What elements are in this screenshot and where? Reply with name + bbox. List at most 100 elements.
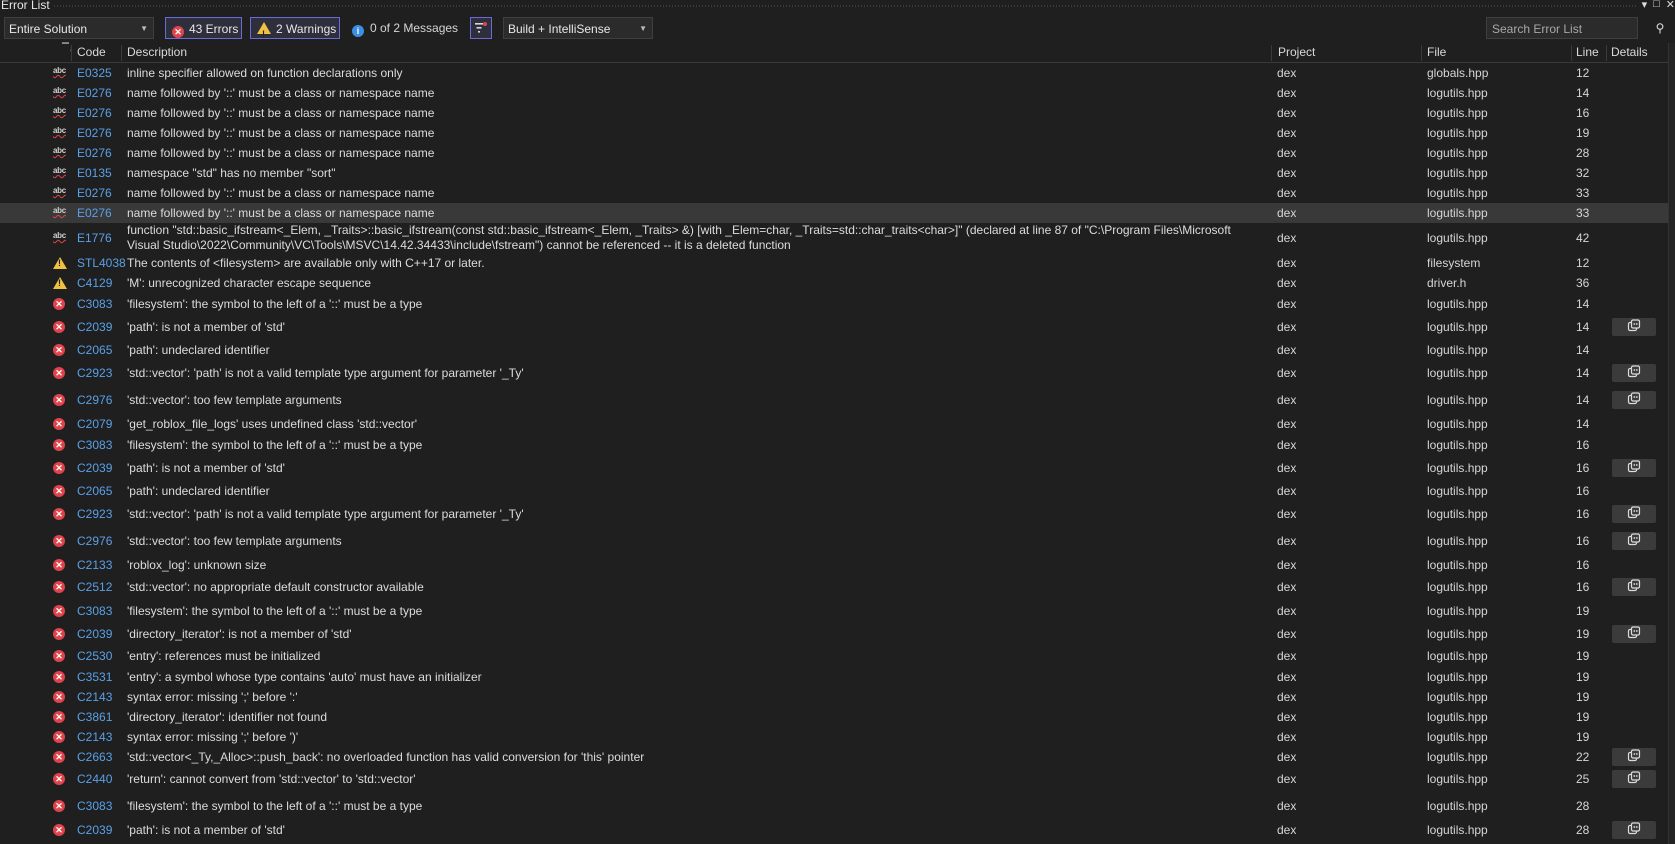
error-code-link[interactable]: C4129 [77,276,112,290]
details-button[interactable] [1612,770,1656,788]
messages-filter-button[interactable]: i 0 of 2 Messages [350,17,460,39]
error-code-link[interactable]: C2039 [77,627,112,641]
error-code-link[interactable]: C3083 [77,438,112,452]
table-row[interactable]: ✕ C3083 'filesystem': the symbol to the le… [0,791,1668,820]
error-code-link[interactable]: E0276 [77,206,112,220]
details-button[interactable] [1612,578,1656,596]
column-header-code[interactable]: Code [77,45,106,59]
column-header-description[interactable]: Description [127,45,187,59]
table-row[interactable]: abc E1776 function "std::basic_ifstream<_E… [0,223,1668,253]
table-row[interactable]: abc E0276 name followed by '::' must be a … [0,183,1668,203]
column-header-project[interactable]: Project [1278,45,1315,59]
error-code-link[interactable]: E0276 [77,146,112,160]
error-code-link[interactable]: C2530 [77,649,112,663]
table-row[interactable]: ✕ C2079 'get_roblox_file_logs' uses undefi… [0,414,1668,434]
errors-filter-button[interactable]: ✕ 43 Errors [165,17,242,39]
table-row[interactable]: abc E0276 name followed by '::' must be a … [0,143,1668,163]
error-code-link[interactable]: E0276 [77,106,112,120]
table-row[interactable]: ✕ C2039 'path': is not a member of 'std' de… [0,456,1668,480]
table-row[interactable]: ✕ C3531 'entry': a symbol whose type conta… [0,667,1668,687]
error-code-link[interactable]: C2143 [77,690,112,704]
details-button[interactable] [1612,748,1656,766]
table-row[interactable]: ✕ C2923 'std::vector': 'path' is not a val… [0,361,1668,385]
table-row[interactable]: ✕ C2039 'directory_iterator': is not a mem… [0,623,1668,645]
warnings-filter-button[interactable]: 2 Warnings [250,17,340,45]
build-source-dropdown[interactable]: Build + IntelliSense ▼ [503,17,653,39]
table-row[interactable]: ✕ C2923 'std::vector': 'path' is not a val… [0,502,1668,526]
error-code-link[interactable]: C2065 [77,484,112,498]
table-row[interactable]: ✕ C2133 'roblox_log': unknown size dex logut… [0,555,1668,575]
table-row[interactable]: ✕ C2530 'entry': references must be initia… [0,645,1668,667]
table-row[interactable]: abc E0276 name followed by '::' must be a … [0,203,1668,223]
column-divider[interactable] [71,45,72,61]
details-button[interactable] [1612,390,1656,409]
error-code-link[interactable]: C2143 [77,730,112,744]
column-divider[interactable] [121,45,122,61]
search-icon[interactable]: ⚲ [1650,17,1670,39]
table-row[interactable]: abc E0135 namespace "std" has no member "s… [0,163,1668,183]
error-code-link[interactable]: C2976 [77,534,112,548]
column-divider[interactable] [1571,45,1572,61]
details-button[interactable] [1612,625,1656,643]
error-code-link[interactable]: C2079 [77,417,112,431]
table-row[interactable]: abc E0276 name followed by '::' must be a … [0,83,1668,103]
error-code-link[interactable]: E0325 [77,66,112,80]
table-row[interactable]: abc E0325 inline specifier allowed on func… [0,63,1668,83]
table-row[interactable]: C4129 'M': unrecognized character escape … [0,273,1668,293]
table-row[interactable]: abc E0276 name followed by '::' must be a … [0,103,1668,123]
error-code-link[interactable]: C2039 [77,461,112,475]
error-code-link[interactable]: C2976 [77,393,112,407]
error-code-link[interactable]: E0276 [77,186,112,200]
table-row[interactable]: ✕ C2065 'path': undeclared identifier dex lo… [0,339,1668,361]
error-code-link[interactable]: C3083 [77,604,112,618]
column-divider[interactable] [1421,45,1422,61]
table-row[interactable]: ✕ C2512 'std::vector': no appropriate defa… [0,575,1668,599]
table-row[interactable]: ✕ C3861 'directory_iterator': identifier n… [0,707,1668,727]
error-code-link[interactable]: C2039 [77,320,112,334]
table-row[interactable]: ✕ C2065 'path': undeclared identifier dex lo… [0,480,1668,502]
error-code-link[interactable]: E0135 [77,166,112,180]
error-code-link[interactable]: C2512 [77,580,112,594]
error-code-link[interactable]: E1776 [77,231,112,245]
error-code-link[interactable]: E0276 [77,126,112,140]
filter-toggle-button[interactable] [470,17,492,39]
error-code-link[interactable]: STL4038 [77,256,126,270]
column-divider[interactable] [1271,45,1272,61]
error-code-link[interactable]: C3531 [77,670,112,684]
error-code-link[interactable]: C3083 [77,799,112,813]
error-code-link[interactable]: C2923 [77,366,112,380]
details-button[interactable] [1612,459,1656,477]
table-row[interactable]: ✕ C2663 'std::vector<_Ty,_Alloc>::push_bac… [0,747,1668,767]
table-row[interactable]: ✕ C3083 'filesystem': the symbol to the le… [0,599,1668,623]
error-code-link[interactable]: C2663 [77,750,112,764]
error-code-link[interactable]: C2039 [77,823,112,837]
column-header-details[interactable]: Details [1611,45,1648,59]
table-row[interactable]: ✕ C3083 'filesystem': the symbol to the le… [0,434,1668,456]
error-code-link[interactable]: C2923 [77,507,112,521]
table-row[interactable]: ✕ C2440 'return': cannot convert from 'std… [0,767,1668,791]
scope-dropdown[interactable]: Entire Solution ▼ [4,17,154,39]
table-row[interactable]: ✕ C2976 'std::vector': too few template ar… [0,385,1668,414]
details-button[interactable] [1612,364,1656,382]
details-button[interactable] [1612,531,1656,550]
table-row[interactable]: ✕ C2143 syntax error: missing ';' before '… [0,727,1668,747]
vertical-scrollbar[interactable] [1668,43,1675,844]
error-code-link[interactable]: C3083 [77,297,112,311]
close-icon[interactable]: ✕ [1666,0,1675,11]
maximize-icon[interactable]: □ [1653,0,1660,11]
error-code-link[interactable]: C2065 [77,343,112,357]
column-header-file[interactable]: File [1427,45,1446,59]
table-row[interactable]: ✕ C2143 syntax error: missing ';' before '… [0,687,1668,707]
error-code-link[interactable]: E0276 [77,86,112,100]
dropdown-icon[interactable]: ▾ [1642,0,1648,11]
details-button[interactable] [1612,318,1656,336]
search-input[interactable]: Search Error List [1486,17,1638,39]
error-code-link[interactable]: C2440 [77,772,112,786]
error-code-link[interactable]: C2133 [77,558,112,572]
column-divider[interactable] [1606,45,1607,61]
table-row[interactable]: ✕ C2039 'path': is not a member of 'std' de… [0,820,1668,840]
table-row[interactable]: abc E0276 name followed by '::' must be a … [0,123,1668,143]
table-row[interactable]: STL4038The contents of <filesystem> are … [0,253,1668,273]
column-header-line[interactable]: Line [1576,45,1599,59]
table-row[interactable]: ✕ C3083 'filesystem': the symbol to the le… [0,293,1668,315]
